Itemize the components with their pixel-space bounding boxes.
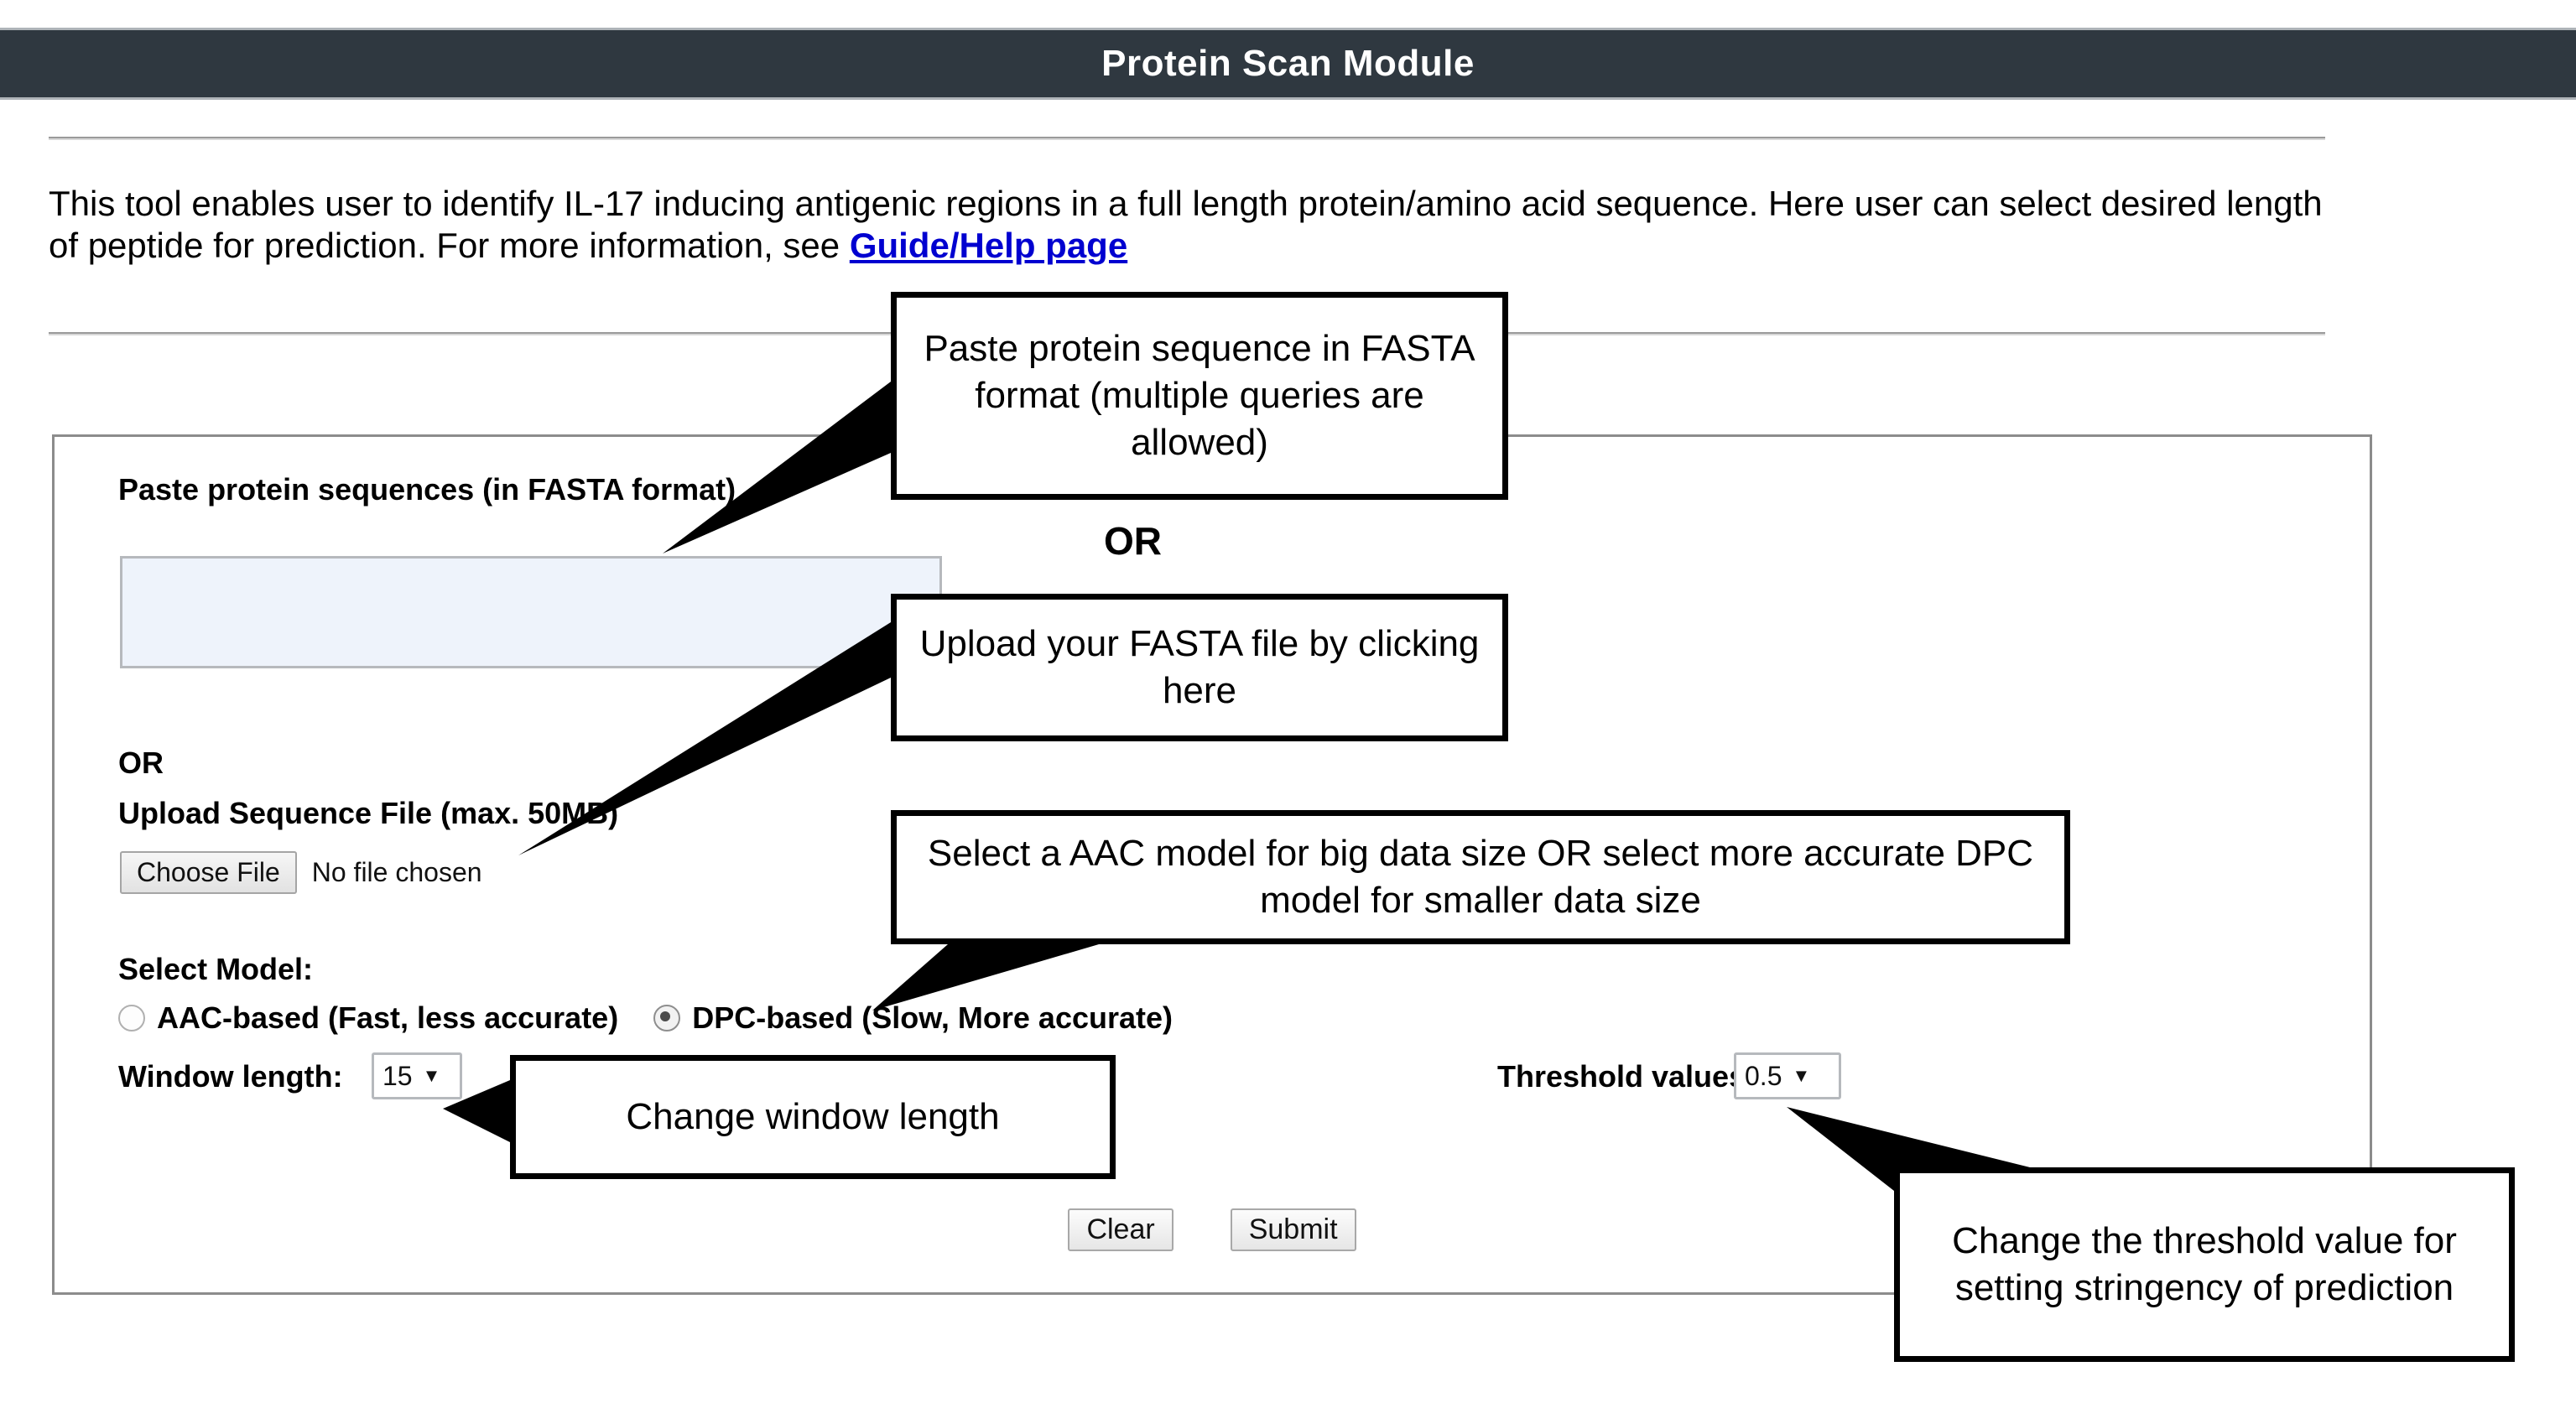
threshold-value: 0.5 (1745, 1060, 1782, 1091)
intro-paragraph: This tool enables user to identify IL-17… (49, 183, 2330, 266)
select-model-label: Select Model: (118, 952, 314, 986)
choose-file-button[interactable]: Choose File (120, 851, 297, 894)
callout-select-model-text: Select a AAC model for big data size OR … (927, 832, 2034, 921)
clear-button[interactable]: Clear (1068, 1208, 1174, 1251)
radio-option-aac[interactable]: AAC-based (Fast, less accurate) (118, 1000, 618, 1036)
callout-or-separator: OR (1104, 519, 1162, 563)
module-title-bar: Protein Scan Module (0, 28, 2576, 100)
intro-text: This tool enables user to identify IL-17… (49, 184, 2323, 265)
threshold-select[interactable]: 0.5 ▼ (1734, 1052, 1841, 1099)
page-title: Protein Scan Module (1101, 43, 1475, 84)
radio-dot-aac-icon[interactable] (118, 1005, 145, 1031)
guide-help-link[interactable]: Guide/Help page (850, 226, 1127, 265)
callout-threshold: Change the threshold value for setting s… (1894, 1167, 2515, 1362)
callout-threshold-text: Change the threshold value for setting s… (1952, 1219, 2457, 1308)
callout-upload-file-text: Upload your FASTA file by clicking here (919, 622, 1480, 711)
callout-window-length: Change window length (510, 1055, 1116, 1179)
window-length-value: 15 (382, 1060, 413, 1091)
window-length-label: Window length: (118, 1059, 343, 1094)
callout-upload-file: Upload your FASTA file by clicking here (891, 594, 1508, 741)
model-radio-group: AAC-based (Fast, less accurate) DPC-base… (118, 1000, 1208, 1036)
radio-option-dpc[interactable]: DPC-based (Slow, More accurate) (653, 1000, 1173, 1036)
divider-top (49, 137, 2325, 140)
chevron-down-icon: ▼ (1792, 1065, 1811, 1086)
submit-button[interactable]: Submit (1230, 1208, 1356, 1251)
sequence-input[interactable] (120, 556, 942, 668)
callout-window-length-text: Change window length (626, 1095, 1000, 1137)
threshold-label: Threshold values: (1497, 1059, 1756, 1094)
file-upload-row: Choose File No file chosen (120, 851, 482, 894)
upload-file-label: Upload Sequence File (max. 50MB) (118, 796, 619, 830)
window-length-select[interactable]: 15 ▼ (372, 1052, 462, 1099)
radio-label-dpc: DPC-based (Slow, More accurate) (692, 1000, 1174, 1035)
radio-label-aac: AAC-based (Fast, less accurate) (157, 1000, 619, 1035)
callout-select-model: Select a AAC model for big data size OR … (891, 810, 2070, 944)
callout-paste-sequence: Paste protein sequence in FASTA format (… (891, 292, 1508, 500)
callout-paste-sequence-text: Paste protein sequence in FASTA format (… (924, 327, 1475, 464)
paste-sequence-label: Paste protein sequences (in FASTA format… (118, 472, 736, 507)
or-label: OR (118, 746, 164, 780)
radio-dot-dpc-icon[interactable] (653, 1005, 681, 1031)
no-file-chosen-text: No file chosen (311, 857, 482, 887)
chevron-down-icon: ▼ (422, 1065, 441, 1086)
page-root: Protein Scan Module This tool enables us… (0, 0, 2576, 1403)
